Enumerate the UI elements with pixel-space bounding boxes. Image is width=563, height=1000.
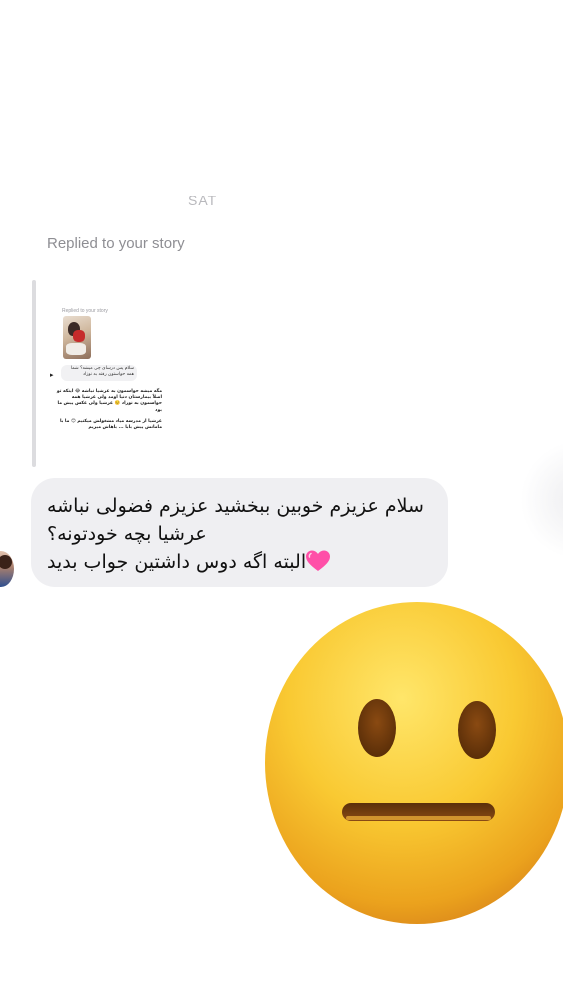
- story-preview[interactable]: Replied to your story ▸ سلام پس درسای چی…: [46, 298, 186, 453]
- story-preview-bubble: سلام پس درسای چی میشه؟ شما همه حواستون ر…: [61, 365, 137, 381]
- pink-heart-icon: [306, 550, 331, 572]
- story-preview-thumbnail: [63, 316, 91, 359]
- message-line-3: البته اگه دوس داشتین جواب بدید: [47, 551, 307, 573]
- neutral-face-sticker-icon[interactable]: [262, 598, 563, 928]
- story-preview-replied-label: Replied to your story: [62, 308, 108, 314]
- side-shadow: [520, 440, 563, 560]
- message-bubble[interactable]: سلام عزیزم خوبین ببخشید عزیزم فضولی نباش…: [31, 478, 448, 587]
- story-preview-text-2: عرشیا از مدرسه میاد مشغولش میکنیم 😊 ما ب…: [59, 419, 162, 431]
- replied-to-story-label: Replied to your story: [47, 235, 185, 252]
- sender-avatar[interactable]: [0, 551, 14, 587]
- timestamp-cut-off: SAT: [188, 196, 218, 208]
- message-line-1: سلام عزیزم خوبین ببخشید عزیزم فضولی نباش…: [47, 495, 424, 517]
- story-quote-bar: [32, 280, 36, 467]
- story-preview-text-1: مگه میشه حواسمون به عرشیا نباشه 😂 اینکه …: [56, 389, 162, 413]
- story-preview-avatar-icon: ▸: [50, 371, 54, 379]
- message-line-2: عرشیا بچه خودتونه؟: [47, 523, 207, 545]
